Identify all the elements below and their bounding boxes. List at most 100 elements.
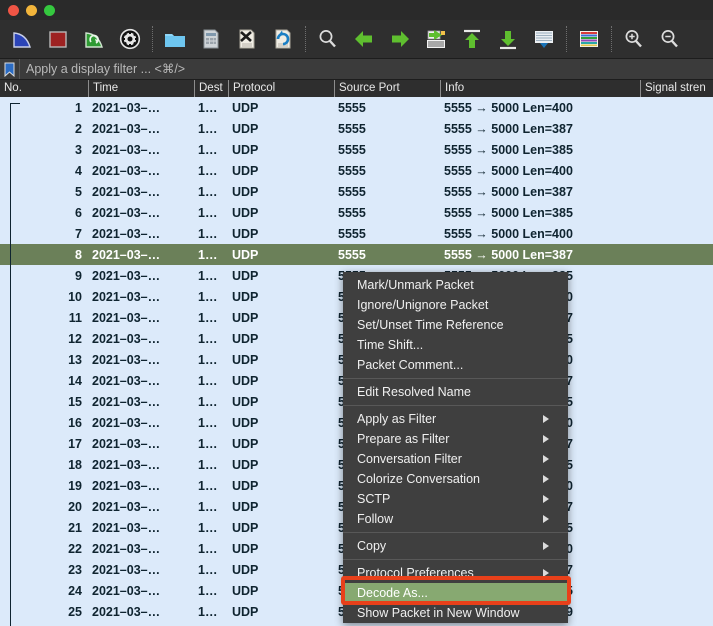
toolbar-separator xyxy=(305,26,306,52)
go-to-packet-icon[interactable] xyxy=(418,22,454,56)
menu-item-edit-resolved-name[interactable]: Edit Resolved Name xyxy=(343,382,568,402)
cell-time: 2021–03–… xyxy=(92,226,161,241)
column-header-info[interactable]: Info xyxy=(440,80,640,97)
capture-options-icon[interactable] xyxy=(112,22,148,56)
cell-info: 5555 → 5000 Len=387 xyxy=(444,184,573,199)
cell-dest: 1… xyxy=(198,121,218,136)
cell-no: 7 xyxy=(75,226,82,241)
cell-sport: 5555 xyxy=(338,184,366,199)
menu-item-ignore-unignore-packet[interactable]: Ignore/Unignore Packet xyxy=(343,295,568,315)
cell-dest: 1… xyxy=(198,478,218,493)
find-packet-icon[interactable] xyxy=(310,22,346,56)
menu-item-colorize-conversation[interactable]: Colorize Conversation xyxy=(343,469,568,489)
go-forward-icon[interactable] xyxy=(382,22,418,56)
cell-prot: UDP xyxy=(232,520,259,535)
stop-capture-icon[interactable] xyxy=(40,22,76,56)
cell-no: 1 xyxy=(75,100,82,115)
toolbar-separator xyxy=(566,26,567,52)
table-row[interactable]: 1 2021–03–… 1… UDP 5555 5555 → 5000 Len=400 xyxy=(0,97,713,118)
save-file-icon[interactable] xyxy=(193,22,229,56)
zoom-out-icon[interactable] xyxy=(652,22,688,56)
cell-dest: 1… xyxy=(198,499,218,514)
column-header-sport[interactable]: Source Port xyxy=(334,80,440,97)
bookmark-icon[interactable] xyxy=(0,59,20,79)
cell-sport: 5555 xyxy=(338,121,366,136)
cell-info: 5555 → 5000 Len=400 xyxy=(444,100,573,115)
cell-no: 21 xyxy=(68,520,82,535)
column-header-dest[interactable]: Dest xyxy=(194,80,228,97)
cell-no: 10 xyxy=(68,289,82,304)
cell-time: 2021–03–… xyxy=(92,331,161,346)
restart-capture-icon[interactable] xyxy=(76,22,112,56)
start-capture-icon[interactable] xyxy=(4,22,40,56)
table-row[interactable]: 6 2021–03–… 1… UDP 5555 5555 → 5000 Len=385 xyxy=(0,202,713,223)
close-window-button[interactable] xyxy=(8,4,19,16)
window-titlebar xyxy=(0,0,713,20)
go-to-first-packet-icon[interactable] xyxy=(454,22,490,56)
column-header-prot[interactable]: Protocol xyxy=(228,80,334,97)
cell-dest: 1… xyxy=(198,352,218,367)
menu-item-packet-comment[interactable]: Packet Comment... xyxy=(343,355,568,375)
auto-scroll-icon[interactable] xyxy=(526,22,562,56)
menu-item-set-unset-time-reference[interactable]: Set/Unset Time Reference xyxy=(343,315,568,335)
menu-item-copy[interactable]: Copy xyxy=(343,536,568,556)
toolbar-separator xyxy=(152,26,153,52)
cell-prot: UDP xyxy=(232,121,259,136)
menu-item-show-packet-in-new-window[interactable]: Show Packet in New Window xyxy=(343,603,568,623)
reload-file-icon[interactable] xyxy=(265,22,301,56)
display-filter-input[interactable] xyxy=(20,59,713,79)
packet-context-menu[interactable]: Mark/Unmark Packet Ignore/Unignore Packet… xyxy=(343,272,568,623)
table-row[interactable]: 5 2021–03–… 1… UDP 5555 5555 → 5000 Len=387 xyxy=(0,181,713,202)
cell-time: 2021–03–… xyxy=(92,352,161,367)
menu-item-apply-as-filter[interactable]: Apply as Filter xyxy=(343,409,568,429)
cell-dest: 1… xyxy=(198,163,218,178)
zoom-in-icon[interactable] xyxy=(616,22,652,56)
cell-no: 25 xyxy=(68,604,82,619)
cell-dest: 1… xyxy=(198,142,218,157)
cell-sport: 5555 xyxy=(338,163,366,178)
maximize-window-button[interactable] xyxy=(44,4,55,16)
go-back-icon[interactable] xyxy=(346,22,382,56)
menu-item-conversation-filter[interactable]: Conversation Filter xyxy=(343,449,568,469)
menu-item-prepare-as-filter[interactable]: Prepare as Filter xyxy=(343,429,568,449)
table-row[interactable]: 2 2021–03–… 1… UDP 5555 5555 → 5000 Len=387 xyxy=(0,118,713,139)
cell-no: 22 xyxy=(68,541,82,556)
cell-dest: 1… xyxy=(198,184,218,199)
table-row[interactable]: 3 2021–03–… 1… UDP 5555 5555 → 5000 Len=385 xyxy=(0,139,713,160)
close-file-icon[interactable] xyxy=(229,22,265,56)
menu-item-label: Prepare as Filter xyxy=(357,432,450,446)
cell-prot: UDP xyxy=(232,352,259,367)
cell-no: 24 xyxy=(68,583,82,598)
submenu-arrow-icon xyxy=(543,475,549,483)
menu-separator xyxy=(343,405,568,406)
submenu-arrow-icon xyxy=(543,435,549,443)
colorize-icon[interactable] xyxy=(571,22,607,56)
menu-item-mark-unmark-packet[interactable]: Mark/Unmark Packet xyxy=(343,275,568,295)
menu-item-decode-as[interactable]: Decode As... xyxy=(343,583,568,603)
open-file-icon[interactable] xyxy=(157,22,193,56)
cell-dest: 1… xyxy=(198,394,218,409)
table-row[interactable]: 4 2021–03–… 1… UDP 5555 5555 → 5000 Len=400 xyxy=(0,160,713,181)
go-to-last-packet-icon[interactable] xyxy=(490,22,526,56)
cell-no: 11 xyxy=(68,310,82,325)
menu-item-sctp[interactable]: SCTP xyxy=(343,489,568,509)
table-row[interactable]: 8 2021–03–… 1… UDP 5555 5555 → 5000 Len=387 xyxy=(0,244,713,265)
cell-time: 2021–03–… xyxy=(92,562,161,577)
menu-item-time-shift[interactable]: Time Shift... xyxy=(343,335,568,355)
cell-dest: 1… xyxy=(198,583,218,598)
column-header-time[interactable]: Time xyxy=(88,80,194,97)
table-row[interactable]: 7 2021–03–… 1… UDP 5555 5555 → 5000 Len=400 xyxy=(0,223,713,244)
column-header-sig[interactable]: Signal stren xyxy=(640,80,713,97)
cell-prot: UDP xyxy=(232,478,259,493)
submenu-arrow-icon xyxy=(543,455,549,463)
cell-dest: 1… xyxy=(198,226,218,241)
cell-no: 9 xyxy=(75,268,82,283)
menu-separator xyxy=(343,532,568,533)
menu-item-follow[interactable]: Follow xyxy=(343,509,568,529)
minimize-window-button[interactable] xyxy=(26,4,37,16)
cell-prot: UDP xyxy=(232,100,259,115)
column-header-no[interactable]: No. xyxy=(0,80,88,97)
cell-time: 2021–03–… xyxy=(92,163,161,178)
cell-no: 8 xyxy=(75,247,82,262)
menu-item-protocol-preferences[interactable]: Protocol Preferences xyxy=(343,563,568,583)
